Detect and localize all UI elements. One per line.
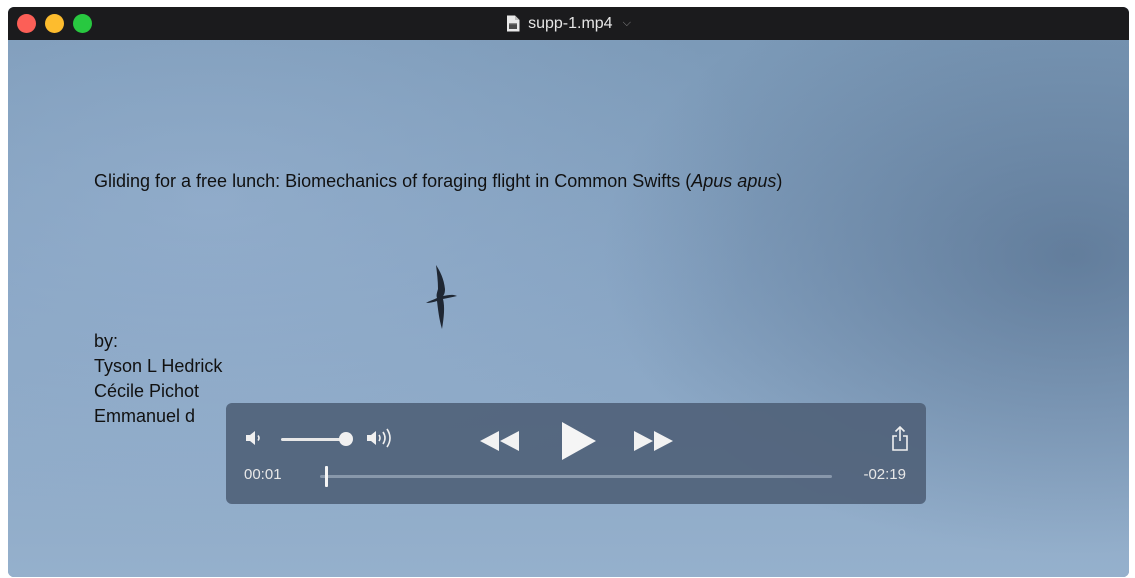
volume-high-icon[interactable] bbox=[365, 427, 399, 454]
share-icon[interactable] bbox=[891, 425, 909, 457]
credit-author: Tyson L Hedrick bbox=[94, 356, 223, 376]
video-title-close: ) bbox=[776, 171, 783, 191]
credit-author: Cécile Pichot bbox=[94, 381, 200, 401]
playback-controls-hud: 00:01 -02:19 bbox=[226, 403, 926, 504]
quicktime-window: supp-1.mp4 ⌵ Gliding for a free lunch: B… bbox=[8, 7, 1129, 577]
window-title: supp-1.mp4 bbox=[528, 14, 613, 32]
movie-file-icon bbox=[506, 15, 520, 32]
video-credits: by: Tyson L Hedrick Cécile Pichot Emmanu… bbox=[94, 329, 222, 429]
remaining-time[interactable]: -02:19 bbox=[863, 466, 906, 483]
volume-low-icon[interactable] bbox=[244, 428, 264, 453]
video-title-text: Gliding for a free lunch: Biomechanics o… bbox=[94, 171, 782, 192]
volume-slider-knob[interactable] bbox=[339, 432, 353, 446]
credits-by-label: by: bbox=[94, 331, 119, 351]
play-icon[interactable] bbox=[560, 421, 598, 466]
window-title-area[interactable]: supp-1.mp4 ⌵ bbox=[8, 7, 1129, 40]
chevron-down-icon[interactable]: ⌵ bbox=[623, 17, 631, 30]
rewind-icon[interactable] bbox=[479, 430, 521, 457]
scrubber-track[interactable] bbox=[320, 475, 832, 478]
swift-bird-silhouette bbox=[420, 265, 460, 336]
title-bar[interactable]: supp-1.mp4 ⌵ bbox=[8, 7, 1129, 40]
credit-author: Emmanuel d bbox=[94, 406, 196, 426]
scrubber-playhead[interactable] bbox=[325, 466, 328, 487]
video-frame[interactable]: Gliding for a free lunch: Biomechanics o… bbox=[8, 40, 1129, 577]
volume-slider-track[interactable] bbox=[281, 438, 346, 441]
fast-forward-icon[interactable] bbox=[633, 430, 675, 457]
video-title-species: Apus apus bbox=[691, 171, 777, 191]
current-time: 00:01 bbox=[244, 466, 282, 483]
video-title-main: Gliding for a free lunch: Biomechanics o… bbox=[94, 171, 692, 191]
